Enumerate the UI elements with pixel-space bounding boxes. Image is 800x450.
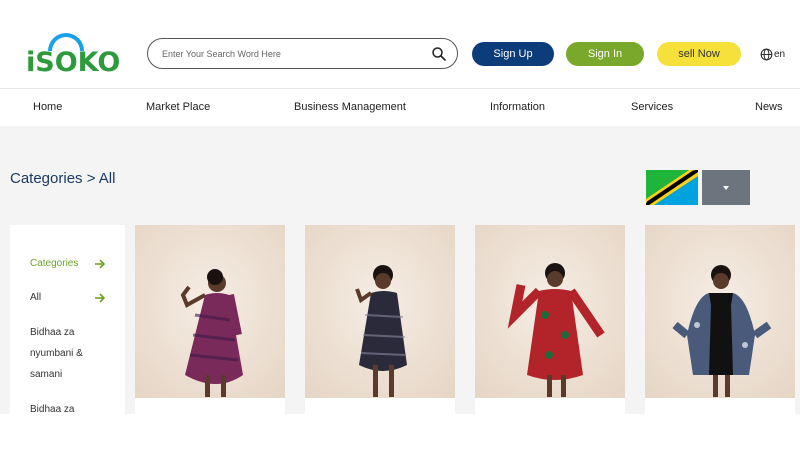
tanzania-flag-icon[interactable]: [646, 170, 698, 205]
nav-business-management[interactable]: Business Management: [294, 101, 406, 113]
nav-services[interactable]: Services: [631, 101, 673, 113]
language-selector[interactable]: en: [760, 46, 785, 62]
site-header: iSOKO Sign Up Sign In sell Now en: [0, 0, 800, 88]
nav-home[interactable]: Home: [33, 101, 62, 113]
product-image[interactable]: [135, 225, 285, 398]
product-card[interactable]: [645, 225, 795, 414]
nav-market-place[interactable]: Market Place: [146, 101, 210, 113]
sidebar-item-more[interactable]: Bidhaa za: [30, 399, 100, 414]
search-icon[interactable]: [431, 46, 447, 62]
search-input[interactable]: [162, 45, 422, 63]
categories-sidebar: Categories All Bidhaa za nyumbani & sama…: [10, 225, 125, 414]
product-image[interactable]: [305, 225, 455, 398]
caret-down-icon: [723, 185, 729, 190]
nav-information[interactable]: Information: [490, 101, 545, 113]
nav-news[interactable]: News: [755, 101, 783, 113]
sidebar-item-categories[interactable]: Categories: [30, 253, 100, 274]
isoko-logo[interactable]: iSOKO: [26, 33, 120, 78]
product-card[interactable]: [135, 225, 285, 414]
page-bottom-area: [0, 414, 800, 450]
language-code: en: [774, 48, 786, 60]
search-bar[interactable]: [147, 38, 458, 69]
page-title: Categories > All: [10, 170, 116, 187]
sidebar-item-all[interactable]: All: [30, 287, 100, 308]
globe-icon: [760, 48, 773, 60]
arrow-right-icon[interactable]: [94, 258, 106, 270]
product-image[interactable]: [645, 225, 795, 398]
sidebar-item-home-furniture[interactable]: Bidhaa za nyumbani & samani: [30, 322, 100, 385]
country-dropdown-button[interactable]: [702, 170, 750, 205]
sign-in-button[interactable]: Sign In: [566, 42, 644, 66]
sell-now-button[interactable]: sell Now: [657, 42, 741, 66]
arrow-right-icon[interactable]: [94, 292, 106, 304]
product-card[interactable]: [475, 225, 625, 414]
main-nav: Home Market Place Business Management In…: [0, 88, 800, 126]
product-card[interactable]: [305, 225, 455, 414]
sign-up-button[interactable]: Sign Up: [472, 42, 554, 66]
main-content: Categories > All Categories All Bidhaa z…: [0, 126, 800, 414]
product-image[interactable]: [475, 225, 625, 398]
logo-text: iSOKO: [26, 47, 121, 78]
